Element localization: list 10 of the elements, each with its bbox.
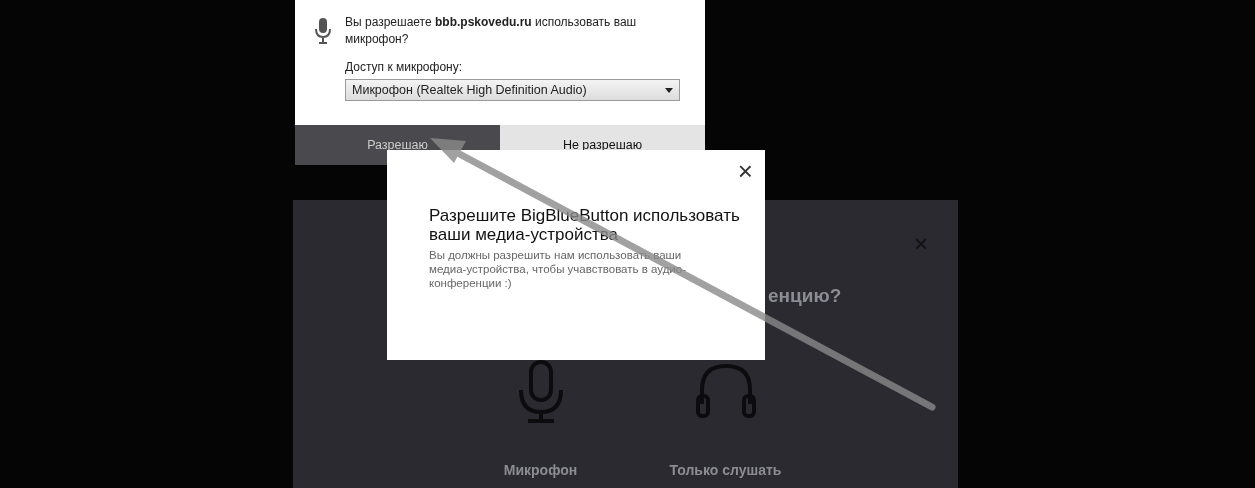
dropdown-arrow-icon — [665, 87, 673, 93]
device-dropdown[interactable]: Микрофон (Realtek High Definition Audio) — [345, 79, 680, 101]
dialog-title: енцию? — [768, 285, 842, 307]
microphone-icon — [315, 18, 331, 44]
access-label: Доступ к микрофону: — [345, 60, 464, 74]
permission-message: Вы разрешаете bbb.pskovedu.ru использовать ваш микрофон? — [345, 14, 638, 48]
option-label[interactable]: Только слушать — [669, 462, 782, 478]
close-button[interactable]: × — [737, 156, 753, 187]
option-label[interactable]: Микрофон — [503, 462, 578, 478]
notification-title: Разрешите BigBlueButton использовать ваши медиа-устройства — [429, 206, 741, 244]
